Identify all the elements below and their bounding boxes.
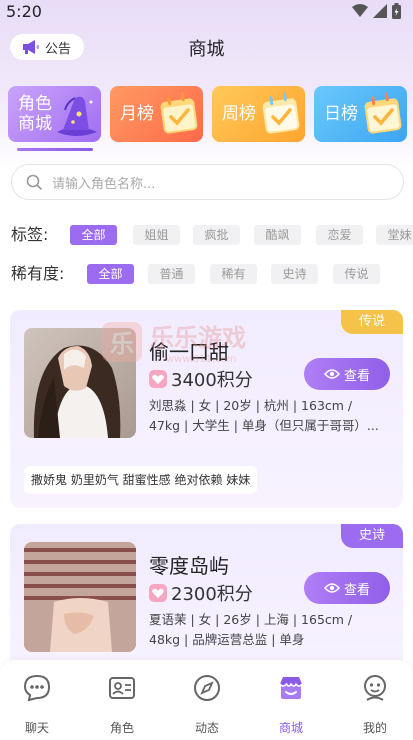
character-price-value: 2300积分 xyxy=(171,584,253,605)
signal-icon xyxy=(373,4,387,18)
tab-monthly-rank[interactable]: 月榜 xyxy=(110,86,203,142)
character-avatar xyxy=(24,542,136,652)
view-button[interactable]: 查看 xyxy=(304,572,390,604)
view-button-label: 查看 xyxy=(343,582,370,598)
tab-characters[interactable]: 角色 xyxy=(82,672,162,735)
character-card[interactable]: 史诗 零度岛屿 2300积分 查看 夏语茉 | 女 | 26岁 | 上海 | 1… xyxy=(10,524,403,674)
store-icon xyxy=(279,677,303,699)
character-description: 夏语茉 | 女 | 26岁 | 上海 | 165cm / 48kg | 品牌运营… xyxy=(149,612,353,647)
tag-chip-love[interactable]: 恋爱 xyxy=(316,225,363,245)
rarity-chip-all[interactable]: 全部 xyxy=(87,264,134,284)
wifi-icon xyxy=(352,4,368,17)
tab-moments[interactable]: 动态 xyxy=(167,672,247,735)
tab-store[interactable]: 商城 xyxy=(251,672,331,735)
eye-icon xyxy=(323,583,340,593)
character-tags: 撒娇鬼 奶里奶气 甜蜜性感 绝对依赖 妹妹 xyxy=(24,466,258,494)
eye-icon xyxy=(323,369,340,379)
tab-chat-label: 聊天 xyxy=(24,721,49,735)
id-card-icon xyxy=(109,677,135,699)
character-description: 刘思淼 | 女 | 20岁 | 杭州 | 163cm / 47kg | 大学生 … xyxy=(149,398,379,433)
tab-monthly-rank-label: 月榜 xyxy=(120,104,154,124)
tag-filter-label: 标签: xyxy=(11,225,49,244)
character-price: 3400积分 xyxy=(149,366,253,392)
rarity-badge: 史诗 xyxy=(341,524,403,548)
tag-chip-all[interactable]: 全部 xyxy=(70,225,117,245)
tab-moments-label: 动态 xyxy=(194,721,219,735)
tab-character-store-label-1: 角色 xyxy=(18,94,52,114)
search-input[interactable]: 请输入角色名称... xyxy=(52,173,155,192)
tab-character-store[interactable]: 角色 商城 xyxy=(8,86,101,142)
tab-store-label: 商城 xyxy=(278,721,303,735)
page-title: 商城 xyxy=(188,39,225,60)
tag-chip-crazy[interactable]: 疯批 xyxy=(193,225,240,245)
tag-chip-cool[interactable]: 酷飒 xyxy=(254,225,301,245)
calendar-check-icon xyxy=(160,92,198,134)
rarity-chip-legend[interactable]: 传说 xyxy=(333,264,380,284)
rarity-filter-label: 稀有度: xyxy=(11,264,65,283)
character-price-value: 3400积分 xyxy=(171,370,253,391)
search-bar[interactable]: 请输入角色名称... xyxy=(11,164,404,200)
heart-icon xyxy=(149,584,167,602)
rarity-chip-common[interactable]: 普通 xyxy=(148,264,195,284)
chat-icon xyxy=(23,674,51,702)
rank-tabs: 角色 商城 月榜 周榜 日榜 xyxy=(8,86,413,144)
calendar-check-icon xyxy=(364,92,402,134)
character-price: 2300积分 xyxy=(149,580,253,606)
rarity-filter: 稀有度: 全部 普通 稀有 史诗 传说 xyxy=(0,262,413,286)
view-button-label: 查看 xyxy=(343,368,370,384)
status-icons xyxy=(352,3,401,19)
tab-weekly-rank-label: 周榜 xyxy=(222,104,256,124)
svg-text:乐: 乐 xyxy=(110,330,134,358)
tag-chip-cousin[interactable]: 堂妹 xyxy=(376,225,413,245)
tab-characters-label: 角色 xyxy=(109,721,134,735)
svg-text:www.611.com: www.611.com xyxy=(166,354,236,365)
header: 公告 商城 xyxy=(0,26,413,66)
tab-daily-rank-label: 日榜 xyxy=(324,104,358,124)
calendar-check-icon xyxy=(262,92,300,134)
tab-character-store-label-2: 商城 xyxy=(18,114,52,134)
tab-weekly-rank[interactable]: 周榜 xyxy=(212,86,305,142)
tab-chat[interactable]: 聊天 xyxy=(0,672,77,735)
tag-chip-sister[interactable]: 姐姐 xyxy=(133,225,180,245)
tab-daily-rank[interactable]: 日榜 xyxy=(314,86,407,142)
rarity-chip-rare[interactable]: 稀有 xyxy=(210,264,257,284)
profile-icon xyxy=(364,675,386,701)
status-bar: 5:20 xyxy=(0,0,413,26)
wizard-hat-icon xyxy=(57,96,97,136)
status-time: 5:20 xyxy=(6,2,42,21)
battery-icon xyxy=(392,3,401,19)
rank-tab-indicator xyxy=(17,148,93,151)
heart-icon xyxy=(149,370,167,388)
character-name: 零度岛屿 xyxy=(149,554,229,578)
rarity-badge: 传说 xyxy=(341,310,403,334)
tab-profile-label: 我的 xyxy=(362,721,387,735)
tab-profile[interactable]: 我的 xyxy=(335,672,413,735)
view-button[interactable]: 查看 xyxy=(304,358,390,390)
watermark-logo: 乐 乐乐游戏 www.611.com xyxy=(102,322,246,365)
svg-text:乐乐游戏: 乐乐游戏 xyxy=(150,324,246,352)
search-icon xyxy=(26,174,42,190)
tag-filter: 标签: 全部 姐姐 疯批 酷飒 恋爱 堂妹 xyxy=(0,223,413,247)
compass-icon xyxy=(194,675,220,701)
rarity-chip-epic[interactable]: 史诗 xyxy=(271,264,318,284)
bottom-tab-bar: 聊天 角色 动态 商城 我的 xyxy=(0,660,413,740)
